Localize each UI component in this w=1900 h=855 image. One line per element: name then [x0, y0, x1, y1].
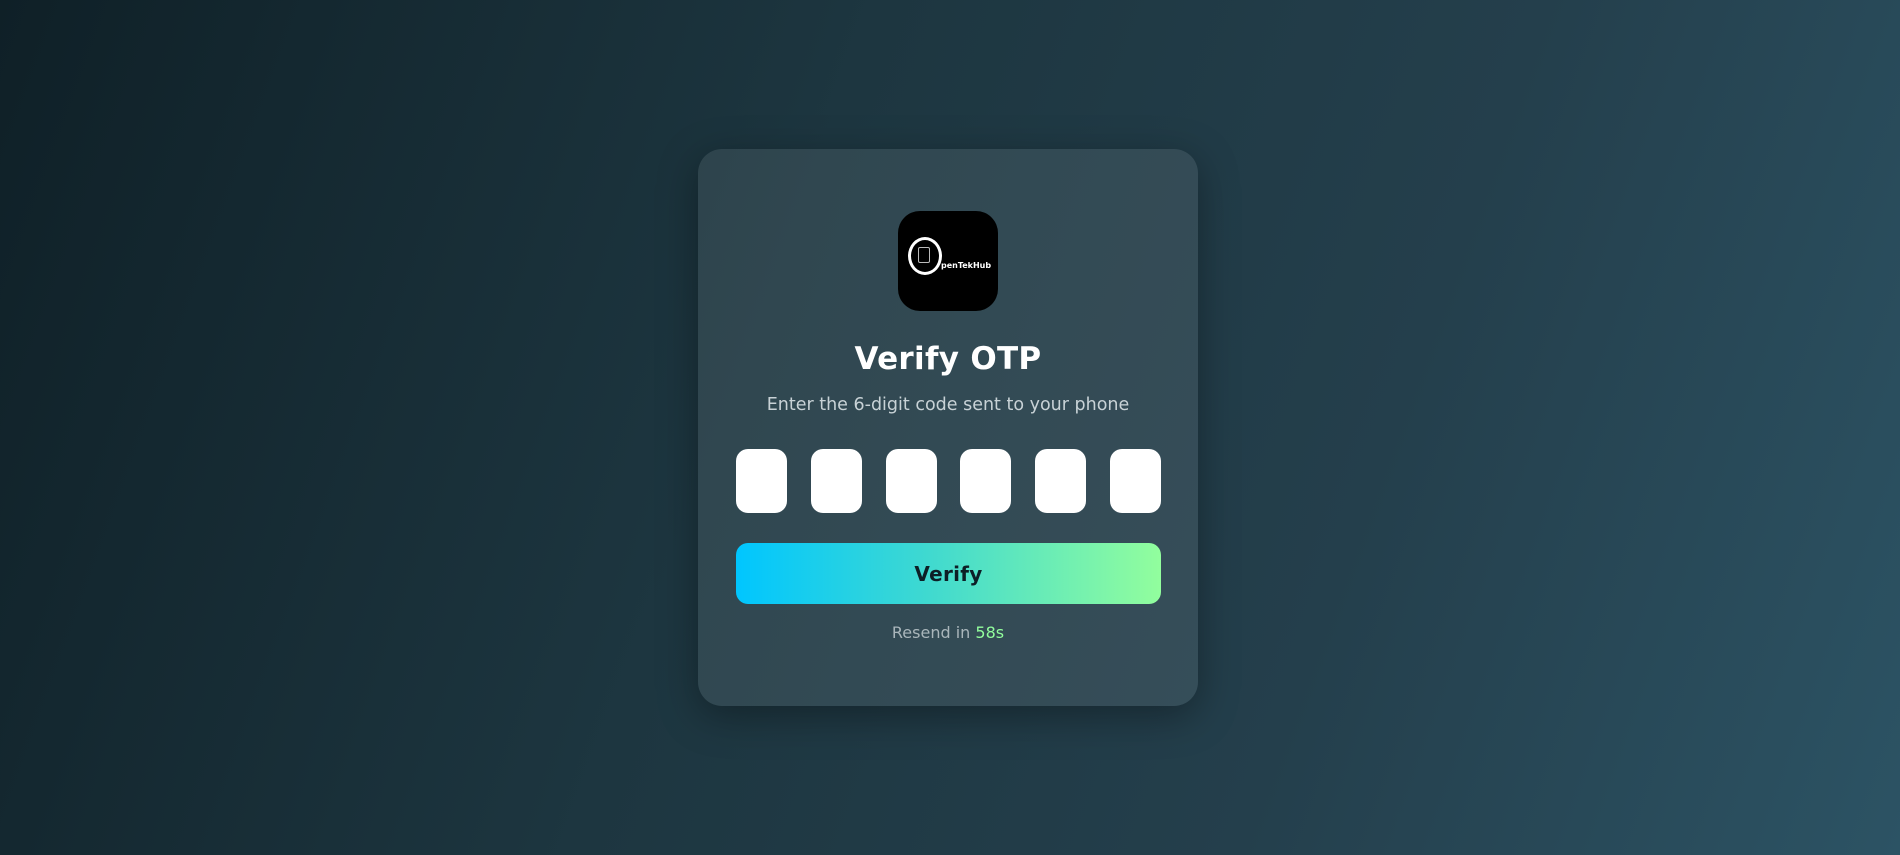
otp-digit-1[interactable] — [736, 449, 787, 513]
otp-digit-4[interactable] — [960, 449, 1012, 513]
otp-digit-5[interactable] — [1035, 449, 1087, 513]
opentekhub-logo: penTekHub — [898, 211, 998, 311]
logo-text: penTekHub — [941, 261, 992, 270]
page-title: Verify OTP — [854, 341, 1042, 377]
otp-digit-6[interactable] — [1109, 449, 1161, 513]
resend-label: Resend in — [891, 623, 971, 642]
resend-countdown: 58s — [975, 623, 1005, 642]
otp-digit-3[interactable] — [885, 449, 937, 513]
logo-figure-icon — [918, 247, 930, 263]
resend-text: Resend in 58s — [698, 623, 1198, 642]
verify-button[interactable]: Verify — [736, 543, 1161, 604]
otp-digit-2[interactable] — [810, 449, 862, 513]
otp-input-row — [736, 449, 1161, 513]
otp-card: penTekHub Verify OTP Enter the 6-digit c… — [698, 149, 1198, 706]
page-subtitle: Enter the 6-digit code sent to your phon… — [766, 395, 1130, 415]
